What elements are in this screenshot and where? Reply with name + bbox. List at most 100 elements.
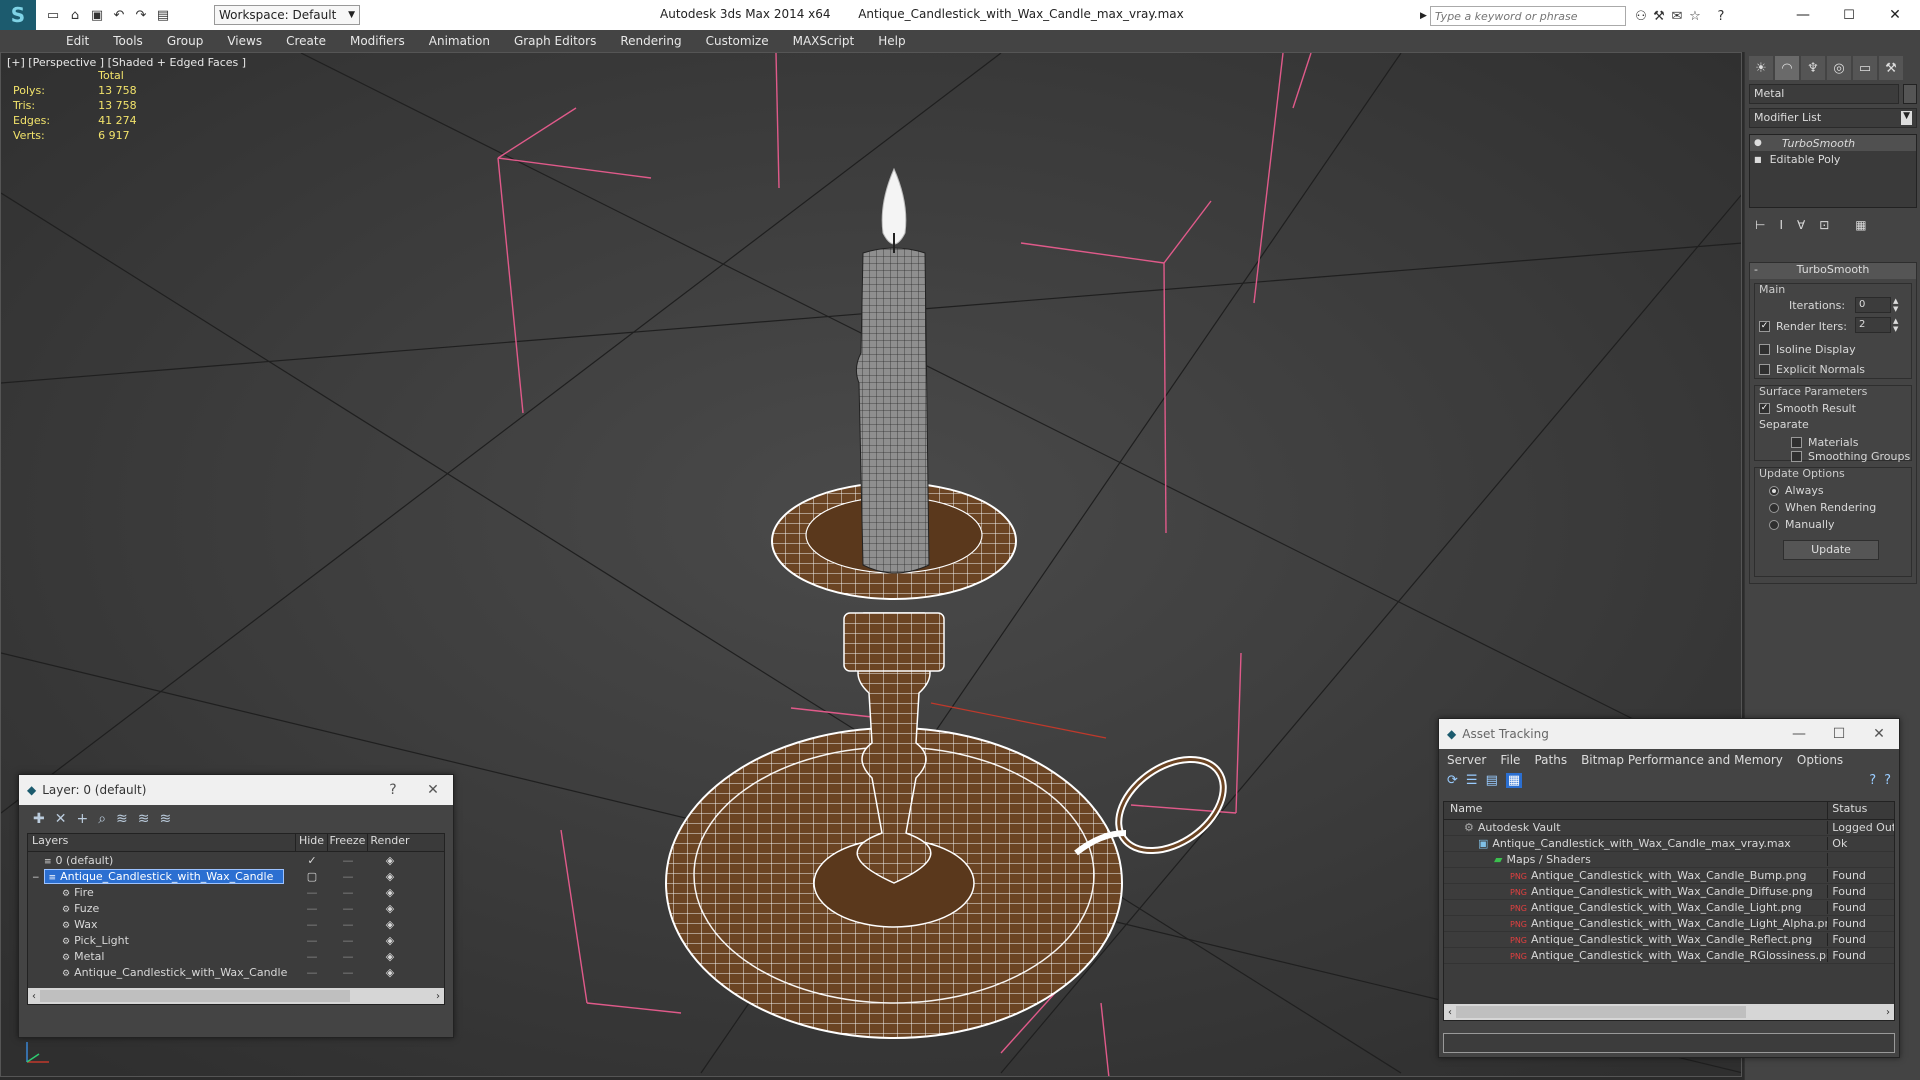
redo-icon[interactable]: ↷ xyxy=(132,6,150,24)
remove-modifier-icon[interactable]: ⊡ xyxy=(1819,218,1829,232)
hide-toggle-icon[interactable]: — xyxy=(296,966,328,979)
configure-sets-icon[interactable]: ▦ xyxy=(1855,218,1866,232)
asset-horizontal-scrollbar[interactable]: ‹ › xyxy=(1444,1004,1894,1020)
add-to-layer-icon[interactable]: + xyxy=(76,811,88,827)
layer-row[interactable]: ⚙ Pick_Light — — ◈ xyxy=(28,932,444,948)
freeze-all-icon[interactable]: ≋ xyxy=(160,811,172,827)
asset-row[interactable]: PNG Antique_Candlestick_with_Wax_Candle_R… xyxy=(1444,932,1894,948)
freeze-toggle-icon[interactable]: — xyxy=(328,886,368,899)
render-toggle-icon[interactable]: ◈ xyxy=(368,934,412,947)
col-hide[interactable]: Hide xyxy=(296,834,328,851)
maximize-button[interactable]: ☐ xyxy=(1826,0,1872,30)
close-button[interactable]: ✕ xyxy=(1872,0,1918,30)
asset-path-field[interactable] xyxy=(1443,1033,1895,1053)
modifier-stack-item[interactable]: ■ Editable Poly xyxy=(1750,151,1916,167)
layer-row[interactable]: ≡ 0 (default) ✓ — ◈ xyxy=(28,852,444,868)
layer-row[interactable]: ⚙ Fire — — ◈ xyxy=(28,884,444,900)
update-button[interactable]: Update xyxy=(1783,540,1879,560)
create-layer-icon[interactable]: ✚ xyxy=(33,811,45,827)
render-toggle-icon[interactable]: ◈ xyxy=(368,854,412,867)
tree-view-icon[interactable]: ▤ xyxy=(1486,773,1498,788)
create-tab-icon[interactable]: ☀ xyxy=(1749,56,1773,80)
menu-graph-editors[interactable]: Graph Editors xyxy=(502,34,608,48)
refresh-icon[interactable]: ⟳ xyxy=(1447,773,1458,788)
asset-row[interactable]: PNG Antique_Candlestick_with_Wax_Candle_D… xyxy=(1444,884,1894,900)
smooth-result-checkbox[interactable]: ✓ xyxy=(1759,403,1770,414)
menu-create[interactable]: Create xyxy=(274,34,338,48)
help-icon[interactable]: ? xyxy=(1869,773,1876,788)
scroll-thumb[interactable] xyxy=(40,990,350,1002)
asset-row[interactable]: PNG Antique_Candlestick_with_Wax_Candle_R… xyxy=(1444,948,1894,964)
layer-row[interactable]: − ≡ Antique_Candlestick_with_Wax_Candle ▢ … xyxy=(28,868,444,884)
table-view-icon[interactable]: ▦ xyxy=(1505,773,1523,788)
manually-radio[interactable] xyxy=(1769,519,1779,530)
rollout-header[interactable]: - TurboSmooth xyxy=(1750,263,1916,279)
show-end-result-icon[interactable]: Ⅰ xyxy=(1779,218,1783,232)
scroll-right-icon[interactable]: › xyxy=(432,991,444,1002)
isoline-display-checkbox[interactable] xyxy=(1759,344,1770,355)
modify-tab-icon[interactable]: ◠ xyxy=(1775,56,1799,80)
active-layer-check-icon[interactable]: ✓ xyxy=(296,854,328,867)
collapse-icon[interactable]: − xyxy=(32,873,40,883)
smoothing-groups-checkbox[interactable] xyxy=(1791,451,1802,462)
hierarchy-tab-icon[interactable]: ♆ xyxy=(1801,56,1825,80)
always-radio[interactable] xyxy=(1769,485,1779,496)
menu-group[interactable]: Group xyxy=(155,34,216,48)
undo-icon[interactable]: ↶ xyxy=(110,6,128,24)
materials-checkbox[interactable] xyxy=(1791,437,1802,448)
binoculars-icon[interactable]: ⚇ xyxy=(1632,7,1650,25)
scroll-thumb[interactable] xyxy=(1456,1006,1746,1018)
render-toggle-icon[interactable]: ◈ xyxy=(368,966,412,979)
scroll-right-icon[interactable]: › xyxy=(1882,1007,1894,1018)
asset-menu-bitmap[interactable]: Bitmap Performance and Memory xyxy=(1581,753,1783,767)
render-toggle-icon[interactable]: ◈ xyxy=(368,918,412,931)
list-view-icon[interactable]: ☰ xyxy=(1466,773,1478,788)
minimize-icon[interactable]: — xyxy=(1779,726,1819,742)
asset-row[interactable]: ▰ Maps / Shaders xyxy=(1444,852,1894,868)
asset-row[interactable]: PNG Antique_Candlestick_with_Wax_Candle_L… xyxy=(1444,900,1894,916)
spinner-arrows-icon[interactable]: ▲ ▼ xyxy=(1893,297,1898,313)
favorites-star-icon[interactable]: ☆ xyxy=(1686,7,1704,25)
utilities-tab-icon[interactable]: ⚒ xyxy=(1879,56,1903,80)
workspace-dropdown[interactable]: Workspace: Default ▼ xyxy=(214,5,360,25)
subscription-icon[interactable]: ⚒ xyxy=(1650,7,1668,25)
freeze-toggle-icon[interactable]: — xyxy=(328,966,368,979)
render-toggle-icon[interactable]: ◈ xyxy=(368,870,412,883)
delete-layer-icon[interactable]: ✕ xyxy=(55,811,67,827)
asset-row[interactable]: ▣ Antique_Candlestick_with_Wax_Candle_max… xyxy=(1444,836,1894,852)
search-input[interactable] xyxy=(1429,6,1626,26)
asset-row[interactable]: PNG Antique_Candlestick_with_Wax_Candle_B… xyxy=(1444,868,1894,884)
col-name[interactable]: Name xyxy=(1444,802,1829,819)
save-file-icon[interactable]: ▣ xyxy=(88,6,106,24)
highlight-layer-icon[interactable]: ≋ xyxy=(116,811,128,827)
modifier-list-dropdown[interactable]: Modifier List ▼ xyxy=(1749,108,1917,128)
open-file-icon[interactable]: ⌂ xyxy=(66,6,84,24)
iterations-spinner[interactable]: 0 xyxy=(1855,297,1891,313)
select-objects-icon[interactable]: ⌕ xyxy=(98,811,106,827)
freeze-toggle-icon[interactable]: — xyxy=(328,854,368,867)
scroll-left-icon[interactable]: ‹ xyxy=(1444,1007,1456,1018)
scroll-left-icon[interactable]: ‹ xyxy=(28,991,40,1002)
motion-tab-icon[interactable]: ◎ xyxy=(1827,56,1851,80)
render-toggle-icon[interactable]: ◈ xyxy=(368,950,412,963)
app-logo-button[interactable]: S xyxy=(0,0,36,30)
help-button[interactable]: ? xyxy=(373,782,413,798)
display-tab-icon[interactable]: ▭ xyxy=(1853,56,1877,80)
help-icon[interactable]: ? xyxy=(1712,7,1730,25)
freeze-toggle-icon[interactable]: — xyxy=(328,950,368,963)
freeze-toggle-icon[interactable]: — xyxy=(328,902,368,915)
layer-horizontal-scrollbar[interactable]: ‹ › xyxy=(28,988,444,1004)
when-rendering-radio[interactable] xyxy=(1769,502,1779,513)
pin-stack-icon[interactable]: ⊢ xyxy=(1755,218,1765,232)
modifier-stack-item[interactable]: ● TurboSmooth xyxy=(1750,135,1916,151)
new-file-icon[interactable]: ▭ xyxy=(44,6,62,24)
render-iters-checkbox[interactable]: ✓ xyxy=(1759,321,1770,332)
expand-box-icon[interactable]: ■ xyxy=(1754,155,1762,164)
freeze-toggle-icon[interactable]: — xyxy=(328,918,368,931)
menu-maxscript[interactable]: MAXScript xyxy=(781,34,867,48)
menu-views[interactable]: Views xyxy=(215,34,274,48)
asset-row[interactable]: PNG Antique_Candlestick_with_Wax_Candle_L… xyxy=(1444,916,1894,932)
close-icon[interactable]: ✕ xyxy=(413,782,453,798)
object-name-field[interactable]: Metal xyxy=(1749,84,1899,104)
col-freeze[interactable]: Freeze xyxy=(328,834,368,851)
